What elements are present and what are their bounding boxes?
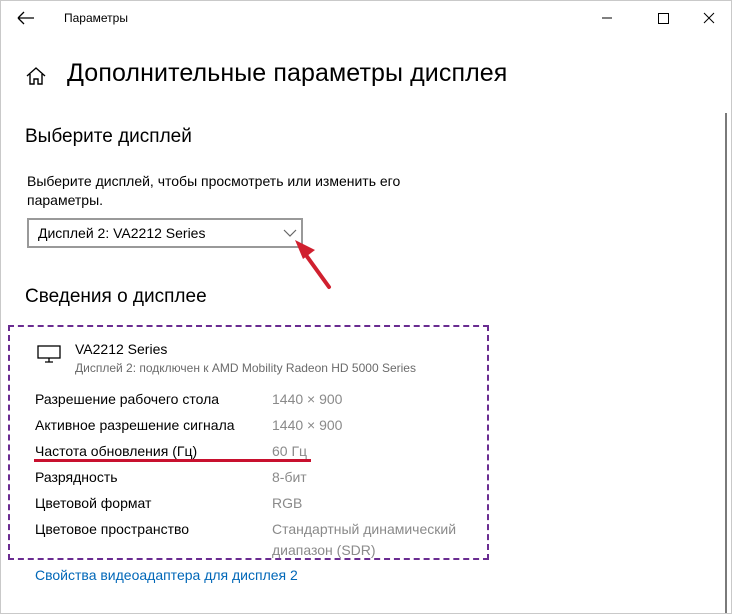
row-value-desktop-resolution: 1440 × 900 — [272, 391, 343, 407]
maximize-icon — [658, 13, 669, 24]
monitor-name: VA2212 Series — [75, 341, 168, 357]
monitor-connection: Дисплей 2: подключен к AMD Mobility Rade… — [75, 361, 416, 375]
minimize-icon — [602, 17, 612, 19]
row-value-bit-depth: 8-бит — [272, 469, 307, 485]
close-button[interactable] — [689, 5, 729, 31]
row-label-bit-depth: Разрядность — [35, 469, 118, 485]
annotation-arrow — [295, 240, 331, 289]
row-label-color-space: Цветовое пространство — [35, 521, 190, 537]
minimize-button[interactable] — [587, 5, 627, 31]
close-icon — [703, 12, 715, 24]
adapter-properties-link[interactable]: Свойства видеоадаптера для дисплея 2 — [35, 567, 298, 583]
row-label-refresh-rate: Частота обновления (Гц) — [35, 443, 198, 459]
row-value-color-format: RGB — [272, 495, 303, 511]
back-arrow-icon — [17, 11, 34, 25]
annotation-underline — [34, 459, 311, 462]
display-dropdown[interactable]: Дисплей 2: VA2212 Series — [27, 218, 303, 248]
row-value-color-space: Стандартный динамический диапазон (SDR) — [272, 521, 457, 558]
select-display-heading: Выберите дисплей — [25, 126, 192, 147]
select-display-description: Выберите дисплей, чтобы просмотреть или … — [27, 173, 401, 208]
display-info-heading: Сведения о дисплее — [25, 286, 207, 307]
row-value-active-signal-resolution: 1440 × 900 — [272, 417, 343, 433]
scrollbar[interactable] — [725, 113, 727, 613]
page-title: Дополнительные параметры дисплея — [67, 59, 508, 87]
window-title: Параметры — [64, 11, 128, 25]
row-label-active-signal-resolution: Активное разрешение сигнала — [35, 417, 235, 433]
display-dropdown-value: Дисплей 2: VA2212 Series — [38, 225, 206, 241]
title-bar: Параметры — [1, 1, 731, 35]
row-label-color-format: Цветовой формат — [35, 495, 152, 511]
settings-window: Параметры Дополнительные параметры диспл… — [0, 0, 732, 614]
monitor-icon — [37, 345, 61, 363]
home-icon[interactable] — [25, 65, 47, 87]
maximize-button[interactable] — [643, 5, 683, 31]
row-label-desktop-resolution: Разрешение рабочего стола — [35, 391, 220, 407]
back-button[interactable] — [15, 8, 37, 28]
